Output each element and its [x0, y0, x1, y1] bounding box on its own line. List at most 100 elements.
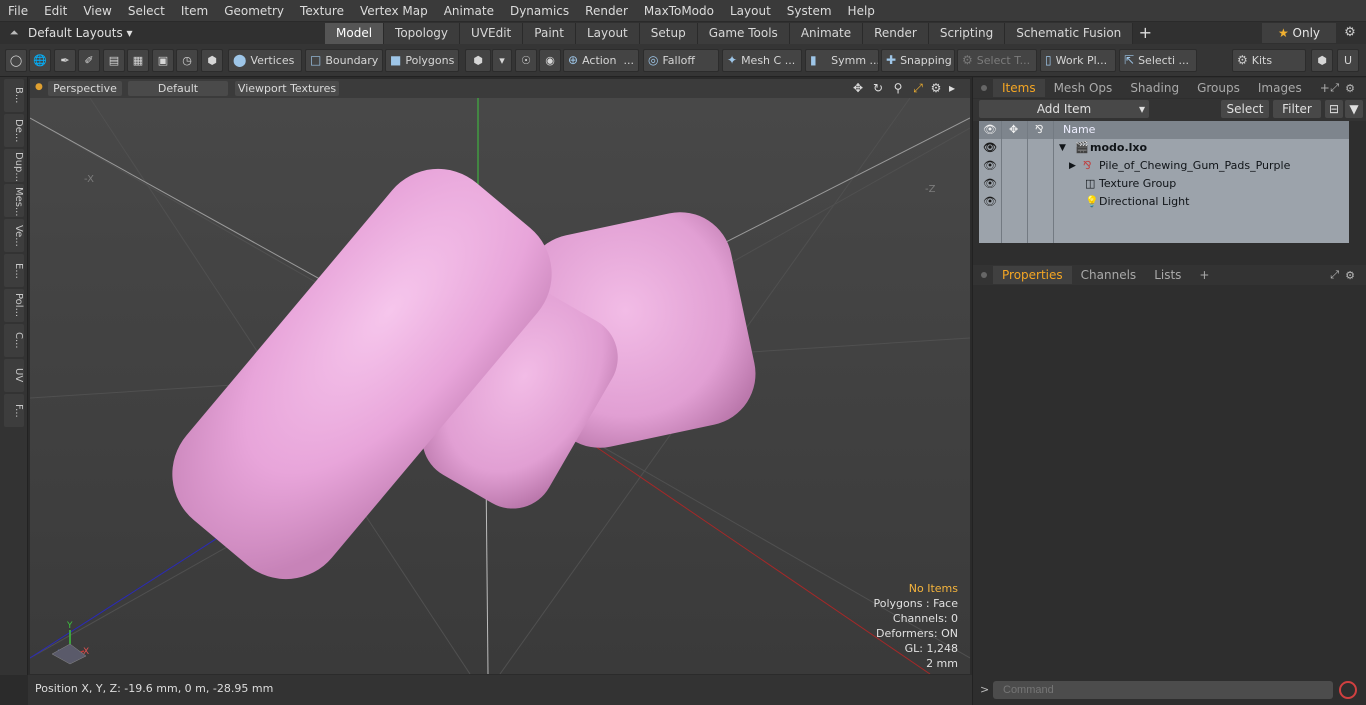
expand-arrow-icon[interactable]: ▶: [1069, 157, 1076, 175]
select-through-button[interactable]: ⚙ Select T...: [957, 49, 1037, 72]
shield-icon[interactable]: ☉: [515, 49, 537, 72]
rotate-view-icon[interactable]: ↻: [870, 80, 886, 96]
funnel-icon[interactable]: ▼: [1345, 100, 1363, 118]
globe-icon[interactable]: 🌐: [29, 49, 51, 72]
cube-shaded-icon[interactable]: ⬢: [201, 49, 223, 72]
gear-icon[interactable]: ⚙: [1340, 23, 1360, 43]
default-layouts-dropdown[interactable]: Default Layouts ▾: [28, 26, 133, 40]
viewport-gear-icon[interactable]: ⚙: [928, 80, 944, 96]
polygons-button[interactable]: ■ Polygons: [385, 49, 459, 72]
add-tab-button[interactable]: +: [1133, 22, 1157, 44]
left-tab-basic[interactable]: B...: [4, 79, 24, 112]
expand-icon[interactable]: ⤢: [1330, 81, 1339, 95]
tab-layout[interactable]: Layout: [575, 23, 640, 44]
kits-button[interactable]: ⚙ Kits: [1232, 49, 1306, 72]
expand-arrow-icon[interactable]: ▼: [1059, 139, 1066, 157]
unity-icon[interactable]: ⬢: [1311, 49, 1333, 72]
tab-items[interactable]: Items: [993, 79, 1045, 97]
left-tab-polygon[interactable]: Pol...: [4, 289, 24, 322]
3d-viewport[interactable]: -X -Z Y X No Items Polygons : Face Chann…: [30, 98, 970, 674]
shading-dropdown[interactable]: Default: [128, 81, 228, 96]
fit-view-icon[interactable]: ⤢: [910, 80, 926, 96]
left-tab-edge[interactable]: E...: [4, 254, 24, 287]
menu-dynamics[interactable]: Dynamics: [502, 0, 577, 22]
vertices-button[interactable]: ⬤ Vertices: [228, 49, 302, 72]
menu-help[interactable]: Help: [840, 0, 883, 22]
tab-shading[interactable]: Shading: [1121, 79, 1188, 97]
perspective-dropdown[interactable]: Perspective: [48, 81, 122, 96]
zoom-view-icon[interactable]: ⚲: [890, 80, 906, 96]
menu-item[interactable]: Item: [173, 0, 216, 22]
viewport-textures-dropdown[interactable]: Viewport Textures: [235, 81, 339, 96]
tab-paint[interactable]: Paint: [523, 23, 576, 44]
panel-gear-icon[interactable]: ⚙: [1345, 269, 1355, 282]
tab-properties[interactable]: Properties: [993, 266, 1072, 284]
tab-mesh-ops[interactable]: Mesh Ops: [1045, 79, 1122, 97]
tab-setup[interactable]: Setup: [639, 23, 698, 44]
select-button[interactable]: Select: [1221, 100, 1269, 118]
work-plane-button[interactable]: ▯ Work Pl...: [1040, 49, 1116, 72]
menu-render[interactable]: Render: [577, 0, 636, 22]
brush-icon[interactable]: ✐: [78, 49, 100, 72]
visibility-eye-icon[interactable]: 👁: [983, 157, 997, 175]
panel-gear-icon[interactable]: ⚙: [1345, 82, 1355, 95]
unreal-icon[interactable]: U: [1337, 49, 1359, 72]
tab-animate[interactable]: Animate: [789, 23, 864, 44]
left-tab-uv[interactable]: UV: [4, 359, 24, 392]
tab-lists[interactable]: Lists: [1145, 266, 1190, 284]
type-header-icon[interactable]: ⅋: [1035, 121, 1044, 139]
item-mode-icon[interactable]: ⬢: [465, 49, 491, 72]
tab-model[interactable]: Model: [325, 23, 385, 44]
mesh-constraints-button[interactable]: ✦ Mesh C ...: [722, 49, 802, 72]
boundary-button[interactable]: □ Boundary: [305, 49, 383, 72]
badge-icon[interactable]: ◉: [539, 49, 561, 72]
clock-icon[interactable]: ◷: [176, 49, 198, 72]
tab-images[interactable]: Images: [1249, 79, 1311, 97]
panel-dot-icon[interactable]: [981, 85, 987, 91]
collapse-tree-icon[interactable]: ⊟: [1325, 100, 1343, 118]
lock-header-icon[interactable]: ✥: [1009, 121, 1018, 139]
symmetry-button[interactable]: ▮ Symm ...: [805, 49, 879, 72]
tab-groups[interactable]: Groups: [1188, 79, 1249, 97]
expand-icon[interactable]: ⤢: [1330, 268, 1339, 282]
visibility-eye-icon[interactable]: 👁: [983, 175, 997, 193]
left-tab-duplicate[interactable]: Dup...: [4, 149, 24, 182]
grid-icon[interactable]: ▦: [127, 49, 149, 72]
menu-maxtomodo[interactable]: MaxToModo: [636, 0, 722, 22]
menu-animate[interactable]: Animate: [436, 0, 502, 22]
command-input[interactable]: [993, 681, 1333, 699]
chevron-down-icon[interactable]: ▾: [492, 49, 512, 72]
menu-geometry[interactable]: Geometry: [216, 0, 292, 22]
pen-icon[interactable]: ✒: [54, 49, 76, 72]
tab-scripting[interactable]: Scripting: [928, 23, 1006, 44]
record-icon[interactable]: [1339, 681, 1357, 699]
visibility-header-icon[interactable]: 👁: [983, 121, 997, 139]
menu-select[interactable]: Select: [120, 0, 173, 22]
viewport-arrow-icon[interactable]: ▸: [944, 80, 960, 96]
tree-row-scene[interactable]: 👁 ▼ 🎬 modo.lxo: [979, 139, 1349, 157]
tree-row-light[interactable]: 👁 💡 Directional Light: [979, 193, 1349, 211]
only-button[interactable]: ★ Only: [1262, 23, 1336, 43]
tree-row-mesh[interactable]: 👁 ▶ ⅋ Pile_of_Chewing_Gum_Pads_Purple: [979, 157, 1349, 175]
align-icon[interactable]: ▤: [103, 49, 125, 72]
snapping-button[interactable]: ✚ Snapping: [881, 49, 955, 72]
menu-layout[interactable]: Layout: [722, 0, 779, 22]
left-tab-deform[interactable]: De...: [4, 114, 24, 147]
name-column-header[interactable]: Name: [1063, 121, 1095, 139]
menu-file[interactable]: File: [0, 0, 36, 22]
move-view-icon[interactable]: ✥: [850, 80, 866, 96]
tab-game-tools[interactable]: Game Tools: [697, 23, 790, 44]
tab-topology[interactable]: Topology: [384, 23, 461, 44]
viewport-dot-icon[interactable]: ●: [35, 82, 43, 92]
collapse-icon[interactable]: ⏶: [0, 26, 28, 40]
menu-system[interactable]: System: [779, 0, 840, 22]
tab-schematic-fusion[interactable]: Schematic Fusion: [1005, 23, 1134, 44]
falloff-button[interactable]: ◎ Falloff: [643, 49, 719, 72]
action-button[interactable]: ⊕ Action ...: [563, 49, 639, 72]
tab-channels[interactable]: Channels: [1072, 266, 1146, 284]
add-item-button[interactable]: Add Item ▾: [979, 100, 1149, 118]
panel-dot-icon[interactable]: [981, 272, 987, 278]
add-panel-tab-button[interactable]: +: [1190, 266, 1218, 284]
left-tab-mesh-edit[interactable]: Mes...: [4, 184, 24, 217]
visibility-eye-icon[interactable]: 👁: [983, 139, 997, 157]
